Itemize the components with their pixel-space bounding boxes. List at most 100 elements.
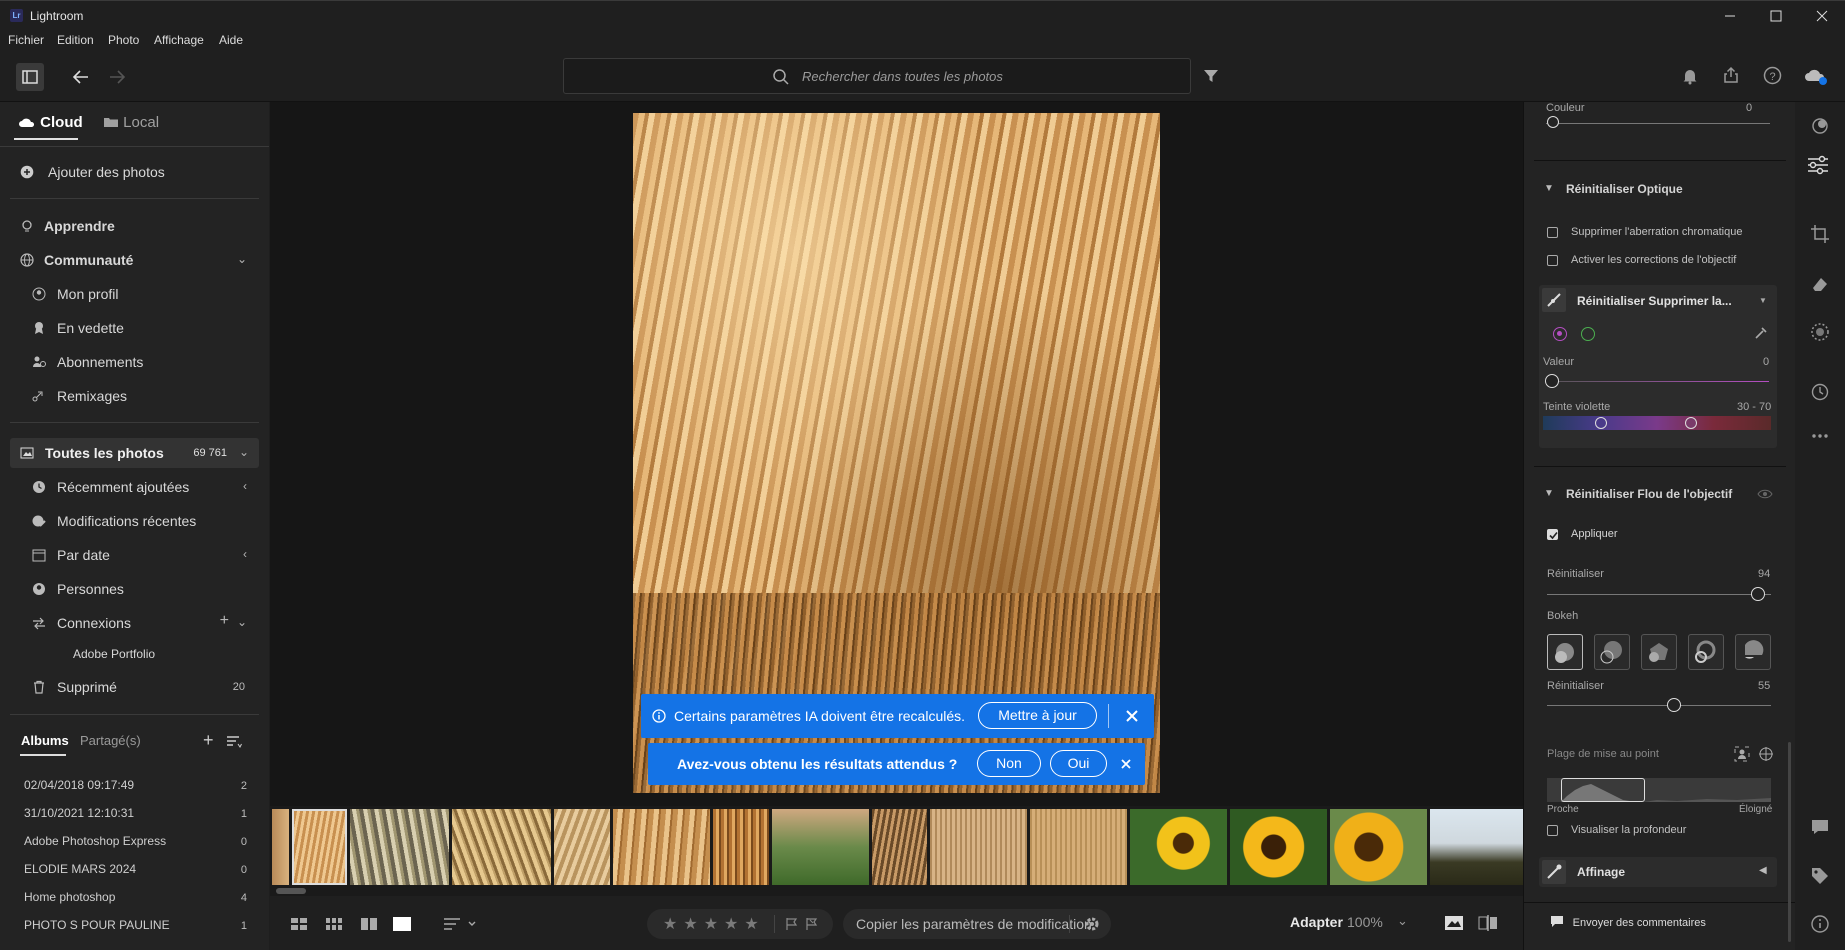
- flag-pick-icon[interactable]: [785, 917, 799, 931]
- depth-histogram[interactable]: [1547, 778, 1771, 802]
- close-icon[interactable]: [1120, 758, 1132, 770]
- filmstrip-thumb[interactable]: [554, 809, 610, 885]
- edit-sliders-button[interactable]: [1800, 148, 1836, 182]
- no-button[interactable]: Non: [977, 750, 1041, 777]
- apply-checkbox[interactable]: [1547, 529, 1558, 540]
- blur-strength-knob[interactable]: [1667, 698, 1681, 712]
- masking-icon[interactable]: [1810, 322, 1830, 342]
- nav-deleted[interactable]: Supprimé 20: [0, 672, 269, 702]
- add-album-icon[interactable]: +: [203, 730, 214, 751]
- filmstrip-thumb[interactable]: [272, 809, 289, 885]
- chromatic-checkbox[interactable]: [1547, 227, 1558, 238]
- star-rating[interactable]: ★ ★ ★ ★ ★: [663, 914, 759, 934]
- tag-icon[interactable]: [1810, 866, 1830, 886]
- bokeh-circle-option[interactable]: [1547, 634, 1583, 670]
- main-photo[interactable]: [633, 113, 1160, 793]
- chevron-left-icon[interactable]: ◀: [1759, 865, 1767, 876]
- nav-learn[interactable]: Apprendre: [0, 211, 269, 241]
- chevron-down-icon[interactable]: ⌄: [237, 252, 247, 266]
- color-slider-track[interactable]: [1546, 123, 1770, 124]
- panel-scrollbar[interactable]: [1788, 742, 1791, 942]
- help-icon[interactable]: ?: [1763, 66, 1782, 88]
- minimize-button[interactable]: [1707, 1, 1753, 31]
- crop-icon[interactable]: [1810, 224, 1830, 244]
- nav-people[interactable]: Personnes: [0, 574, 269, 604]
- filmstrip-thumb[interactable]: [772, 809, 869, 885]
- defringe-title[interactable]: Réinitialiser Supprimer la...: [1577, 294, 1732, 308]
- blur-strength-track[interactable]: [1547, 705, 1771, 706]
- blur-amount-knob[interactable]: [1751, 587, 1765, 601]
- info-icon[interactable]: [1810, 914, 1830, 934]
- compare-icon[interactable]: [1478, 914, 1498, 935]
- forward-arrow-icon[interactable]: [106, 66, 128, 91]
- nav-featured[interactable]: En vedette: [0, 313, 269, 343]
- bokeh-bubble-option[interactable]: [1594, 634, 1630, 670]
- defringe-brush-icon[interactable]: [1542, 288, 1566, 312]
- share-icon[interactable]: [1722, 66, 1740, 87]
- visualize-depth-checkbox[interactable]: [1547, 825, 1558, 836]
- filmstrip-thumb[interactable]: [613, 809, 710, 885]
- value-slider-knob[interactable]: [1545, 374, 1559, 388]
- chevron-down-icon[interactable]: ⌄: [239, 445, 249, 459]
- blur-amount-track[interactable]: [1547, 594, 1771, 595]
- filmstrip-thumb[interactable]: [1330, 809, 1427, 885]
- nav-recently-added[interactable]: Récemment ajoutées ‹: [0, 472, 269, 502]
- focus-range-selector[interactable]: [1561, 778, 1645, 802]
- history-icon[interactable]: [1810, 382, 1830, 402]
- add-connection-icon[interactable]: +: [220, 612, 229, 630]
- album-item[interactable]: Home photoshop 4: [0, 884, 269, 912]
- optics-title[interactable]: Réinitialiser Optique: [1566, 182, 1683, 196]
- album-item[interactable]: ELODIE MARS 2024 0: [0, 856, 269, 884]
- update-button[interactable]: Mettre à jour: [978, 702, 1097, 729]
- filmstrip-thumb[interactable]: [1230, 809, 1327, 885]
- filmstrip-thumb[interactable]: [713, 809, 769, 885]
- chevron-down-icon[interactable]: ⌄: [237, 615, 247, 629]
- album-item[interactable]: 02/04/2018 09:17:49 2: [0, 772, 269, 800]
- yes-button[interactable]: Oui: [1050, 750, 1107, 777]
- purple-picker-icon[interactable]: [1553, 327, 1567, 341]
- chevron-down-icon[interactable]: ▼: [1544, 488, 1554, 499]
- bell-icon[interactable]: [1681, 67, 1699, 88]
- chevron-left-icon[interactable]: ‹: [243, 547, 247, 561]
- bokeh-cat-eye-option[interactable]: [1735, 634, 1771, 670]
- nav-connections[interactable]: Connexions + ⌄: [0, 608, 269, 638]
- menu-fichier[interactable]: Fichier: [8, 33, 44, 47]
- tab-albums[interactable]: Albums: [21, 733, 69, 748]
- comments-icon[interactable]: [1810, 817, 1830, 837]
- filter-icon[interactable]: [1203, 68, 1219, 87]
- tab-shared[interactable]: Partagé(s): [80, 733, 141, 748]
- back-arrow-icon[interactable]: [70, 66, 92, 91]
- purple-hue-knob-right[interactable]: [1685, 417, 1697, 429]
- lens-blur-title[interactable]: Réinitialiser Flou de l'objectif: [1566, 487, 1732, 501]
- tab-local[interactable]: Local: [103, 114, 159, 131]
- copy-settings-button[interactable]: Copier les paramètres de modification: [856, 916, 1092, 932]
- flag-reject-icon[interactable]: [805, 917, 819, 931]
- filmstrip-thumb[interactable]: [1430, 809, 1523, 885]
- detail-view-icon[interactable]: [392, 916, 412, 935]
- gear-icon[interactable]: [1084, 916, 1100, 932]
- close-icon[interactable]: [1125, 709, 1139, 723]
- grid-view-small-icon[interactable]: [290, 917, 308, 934]
- nav-remixes[interactable]: Remixages: [0, 381, 269, 411]
- nav-all-photos[interactable]: Toutes les photos 69 761 ⌄: [10, 438, 259, 468]
- menu-photo[interactable]: Photo: [108, 33, 139, 47]
- menu-edition[interactable]: Edition: [57, 33, 94, 47]
- zoom-level[interactable]: 100%: [1347, 914, 1383, 930]
- before-after-icon[interactable]: [1444, 915, 1464, 934]
- filmstrip-thumb[interactable]: [350, 809, 449, 885]
- refine-row[interactable]: Affinage ◀: [1539, 857, 1777, 887]
- color-slider-knob[interactable]: [1547, 116, 1559, 128]
- zoom-chevron-down-icon[interactable]: ⌄: [1397, 913, 1408, 929]
- filmstrip-thumb[interactable]: [872, 809, 927, 885]
- fit-button[interactable]: Adapter: [1290, 914, 1343, 930]
- sort-icon[interactable]: [226, 735, 242, 752]
- cloud-sync-icon[interactable]: [1804, 66, 1828, 89]
- filmstrip-thumb-selected[interactable]: [292, 809, 347, 885]
- chevron-down-icon[interactable]: ▼: [1759, 296, 1767, 305]
- nav-profile[interactable]: Mon profil: [0, 279, 269, 309]
- filmstrip-thumb[interactable]: [930, 809, 1027, 885]
- album-item[interactable]: PHOTO S POUR PAULINE 1: [0, 912, 269, 940]
- filmstrip-thumb[interactable]: [1130, 809, 1227, 885]
- focus-subject-icon[interactable]: [1734, 746, 1750, 762]
- green-picker-icon[interactable]: [1581, 327, 1595, 341]
